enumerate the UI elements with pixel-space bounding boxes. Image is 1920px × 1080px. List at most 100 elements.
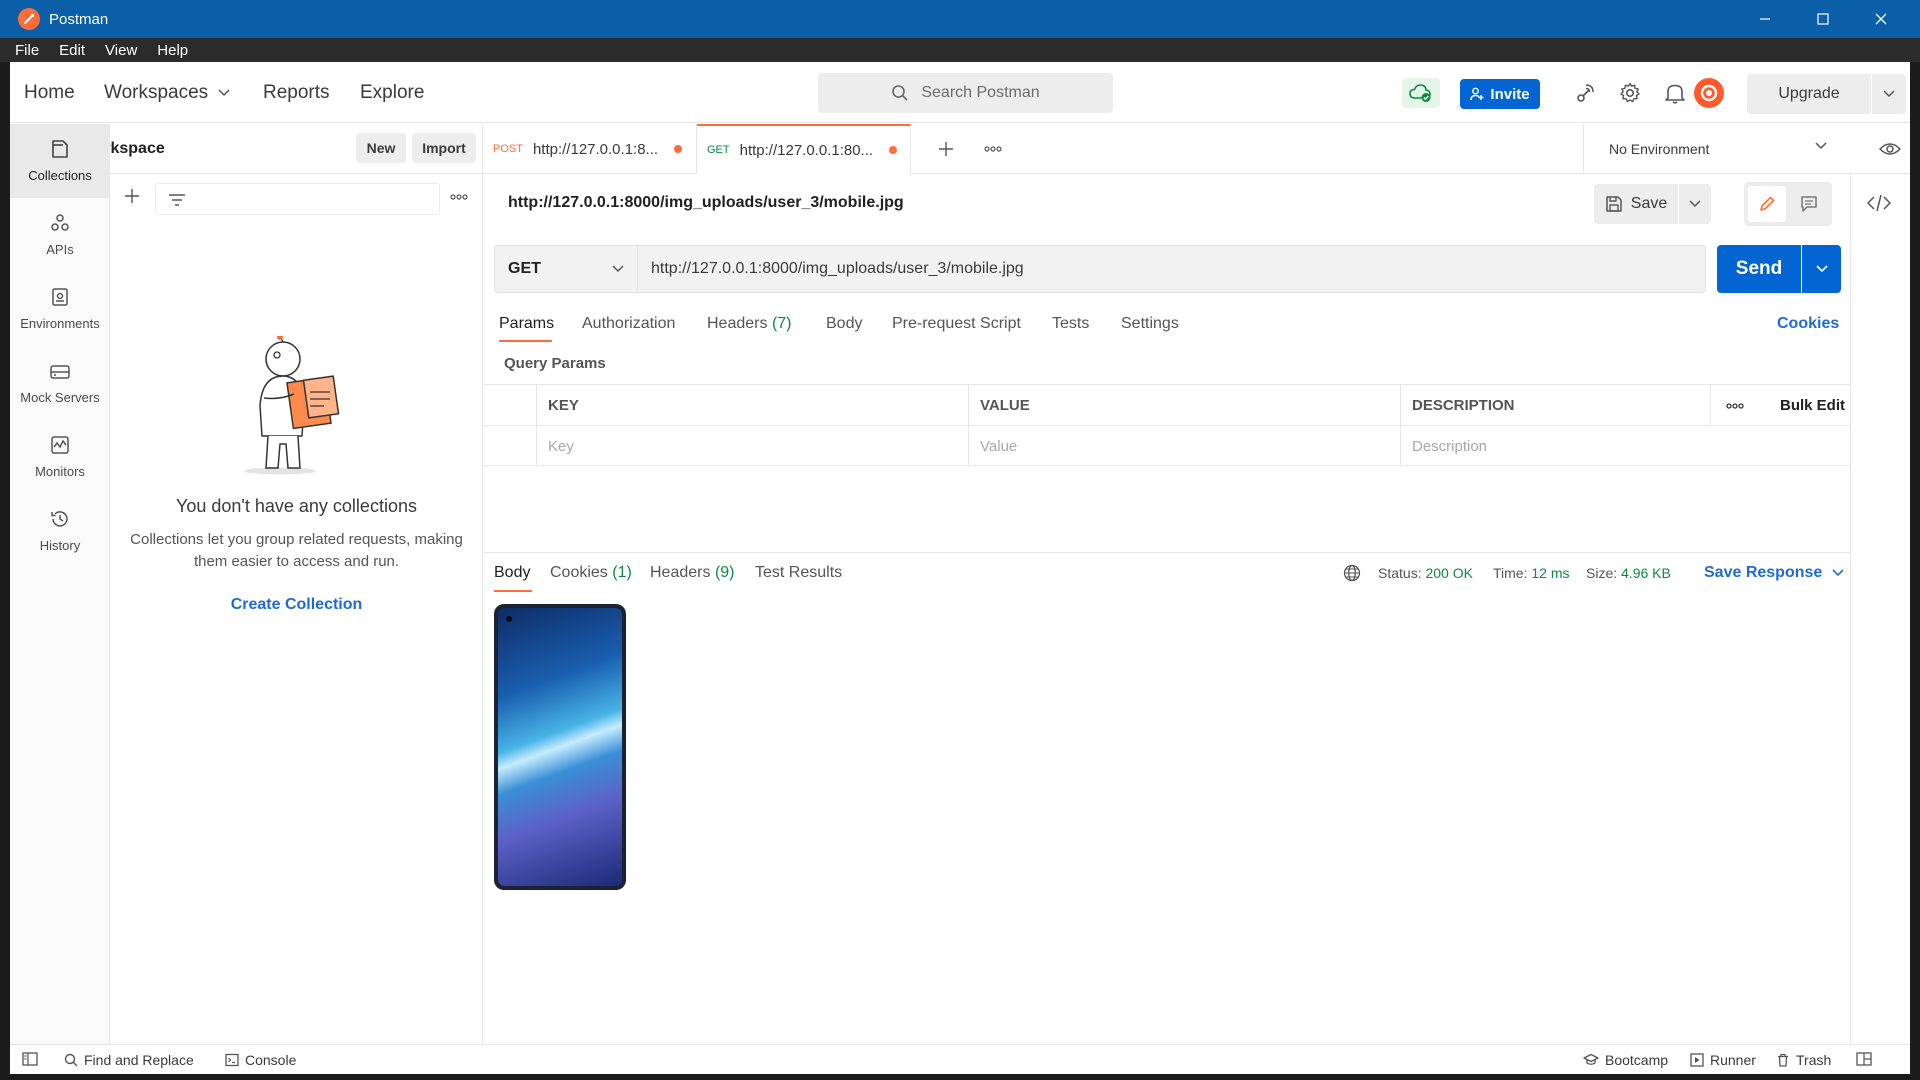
collections-filter-input[interactable]: [155, 183, 440, 215]
menu-file[interactable]: File: [15, 42, 39, 59]
empty-collections-illustration: [244, 336, 340, 475]
nav-workspaces-label: Workspaces: [104, 82, 209, 103]
tab-authorization[interactable]: Authorization: [582, 315, 675, 333]
menu-view[interactable]: View: [105, 42, 137, 59]
size-label: Size:: [1586, 565, 1618, 581]
edit-comment-toggle: [1744, 182, 1832, 226]
query-params-table: KEY VALUE DESCRIPTION Bulk Edit Key Valu…: [483, 384, 1850, 467]
environment-selector[interactable]: No Environment: [1583, 124, 1845, 174]
nav-explore[interactable]: Explore: [360, 82, 424, 104]
bulk-edit-button[interactable]: Bulk Edit: [1780, 385, 1845, 426]
request-title[interactable]: http://127.0.0.1:8000/img_uploads/user_3…: [508, 194, 904, 212]
notifications-bell-icon[interactable]: [1662, 80, 1688, 106]
user-avatar[interactable]: [1694, 78, 1724, 108]
bootcamp-label: Bootcamp: [1605, 1052, 1669, 1068]
console-button[interactable]: Console: [225, 1052, 296, 1068]
capture-requests-icon[interactable]: [1572, 80, 1598, 106]
response-tab-headers-label: Headers: [650, 564, 711, 581]
http-method-select[interactable]: GET: [494, 245, 638, 293]
tab-get-request[interactable]: GET http://127.0.0.1:80...: [697, 124, 911, 174]
tab-post-request[interactable]: POST http://127.0.0.1:8...: [483, 124, 697, 174]
two-pane-view-button[interactable]: [1856, 1052, 1878, 1066]
sync-status-button[interactable]: [1402, 78, 1440, 108]
param-key-input[interactable]: Key: [536, 426, 968, 467]
save-label: Save: [1630, 195, 1668, 212]
response-time[interactable]: Time: 12 ms: [1493, 565, 1570, 581]
cookies-link[interactable]: Cookies: [1777, 315, 1839, 333]
environment-quick-look-eye-icon[interactable]: [1879, 141, 1901, 157]
sidebar-item-environments[interactable]: Environments: [10, 272, 110, 346]
add-collection-icon[interactable]: [124, 188, 140, 204]
new-tab-plus-icon[interactable]: [938, 141, 954, 157]
send-button[interactable]: Send: [1717, 245, 1801, 293]
tab-prerequest-script[interactable]: Pre-request Script: [892, 315, 1021, 333]
tab-body[interactable]: Body: [826, 315, 862, 333]
runner-label: Runner: [1710, 1052, 1756, 1068]
create-collection-link[interactable]: Create Collection: [110, 596, 483, 614]
trash-label: Trash: [1796, 1052, 1832, 1068]
invite-button[interactable]: Invite: [1460, 79, 1540, 109]
maximize-button[interactable]: [1794, 0, 1852, 38]
table-more-options[interactable]: [1710, 385, 1758, 426]
find-and-replace-button[interactable]: Find and Replace: [64, 1052, 194, 1068]
comments-mode-button[interactable]: [1790, 186, 1828, 222]
menu-help[interactable]: Help: [157, 42, 188, 59]
globe-icon[interactable]: [1343, 564, 1361, 582]
code-snippet-icon[interactable]: [1867, 194, 1891, 212]
more-tabs-icon[interactable]: [984, 146, 1002, 152]
sidebar-item-history[interactable]: History: [10, 494, 110, 568]
sidebar-item-mock-servers[interactable]: Mock Servers: [10, 346, 110, 420]
unsaved-dot: [889, 146, 898, 154]
edit-mode-button[interactable]: [1748, 186, 1786, 222]
close-window-button[interactable]: [1852, 0, 1910, 38]
tab-tests[interactable]: Tests: [1052, 315, 1089, 333]
tab-headers[interactable]: Headers (7): [707, 315, 792, 333]
response-size[interactable]: Size: 4.96 KB: [1586, 565, 1671, 581]
upgrade-button[interactable]: Upgrade: [1747, 74, 1871, 114]
tab-params[interactable]: Params: [499, 315, 554, 333]
toggle-sidebar-button[interactable]: [22, 1052, 44, 1066]
new-button[interactable]: New: [356, 133, 406, 163]
runner-button[interactable]: Runner: [1690, 1052, 1756, 1068]
nav-reports[interactable]: Reports: [263, 82, 330, 104]
response-tab-body[interactable]: Body: [494, 564, 530, 582]
tab-settings[interactable]: Settings: [1121, 315, 1179, 333]
time-label: Time:: [1493, 565, 1528, 581]
collections-icon: [52, 140, 68, 158]
status-label: Status:: [1378, 565, 1422, 581]
save-dropdown-button[interactable]: [1679, 184, 1711, 224]
history-icon: [51, 511, 68, 527]
sidebar-item-apis[interactable]: APIs: [10, 198, 110, 272]
save-response-button[interactable]: Save Response: [1704, 564, 1844, 582]
param-description-input[interactable]: Description: [1400, 426, 1850, 467]
pencil-icon: [1760, 196, 1775, 211]
settings-gear-icon[interactable]: [1617, 80, 1643, 106]
cloud-check-icon: [1409, 84, 1431, 102]
trash-button[interactable]: Trash: [1776, 1052, 1831, 1068]
response-divider[interactable]: [483, 552, 1850, 553]
minimize-button[interactable]: [1736, 0, 1794, 38]
request-url-input[interactable]: [638, 245, 1706, 293]
active-tab-indicator: [499, 340, 552, 342]
bootcamp-button[interactable]: Bootcamp: [1583, 1052, 1668, 1068]
response-tab-cookies[interactable]: Cookies (1): [550, 564, 632, 582]
menu-edit[interactable]: Edit: [59, 42, 85, 59]
save-disk-icon: [1606, 196, 1622, 212]
response-status[interactable]: Status: 200 OK: [1378, 565, 1473, 581]
response-tab-headers[interactable]: Headers (9): [650, 564, 735, 582]
nav-home[interactable]: Home: [24, 82, 75, 104]
nav-workspaces[interactable]: Workspaces: [104, 82, 230, 104]
request-tabs-bar: POST http://127.0.0.1:8... GET http://12…: [483, 124, 1910, 174]
sidebar-item-label: APIs: [46, 242, 74, 257]
search-bar[interactable]: Search Postman: [818, 73, 1113, 113]
sidebar-item-collections[interactable]: Collections: [10, 124, 110, 198]
upgrade-dropdown-button[interactable]: [1872, 74, 1906, 114]
import-button[interactable]: Import: [412, 133, 476, 163]
response-tab-test-results[interactable]: Test Results: [755, 564, 842, 582]
invite-label: Invite: [1490, 85, 1530, 103]
send-dropdown-button[interactable]: [1802, 245, 1841, 293]
more-options-icon[interactable]: [450, 194, 468, 200]
sidebar-item-monitors[interactable]: Monitors: [10, 420, 110, 494]
save-button[interactable]: Save: [1594, 184, 1678, 224]
param-value-input[interactable]: Value: [968, 426, 1400, 467]
